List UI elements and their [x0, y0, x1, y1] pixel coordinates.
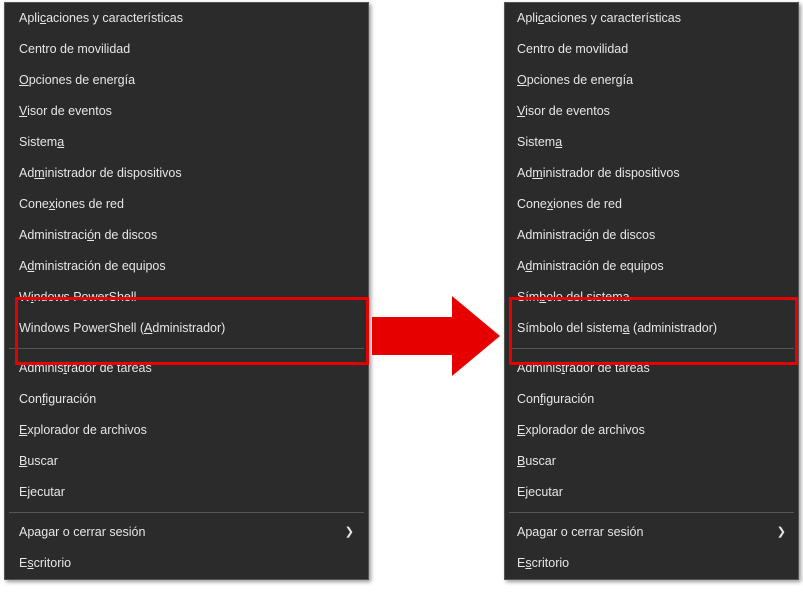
menu-item-label: Opciones de energía — [19, 65, 135, 96]
menu-item[interactable]: Ejecutar — [5, 477, 368, 508]
menu-item-label: Windows PowerShell (Administrador) — [19, 313, 225, 344]
menu-item[interactable]: Administración de discos — [505, 220, 798, 251]
menu-item[interactable]: Apagar o cerrar sesión ❯ — [505, 517, 798, 548]
menu-item-label: Símbolo del sistema (administrador) — [517, 313, 717, 344]
menu-item-label: Buscar — [19, 446, 58, 477]
menu-item-label: Centro de movilidad — [19, 34, 130, 65]
menu-separator — [9, 348, 364, 349]
menu-item-label: Administrador de dispositivos — [19, 158, 182, 189]
menu-item-label: Administrador de tareas — [19, 353, 152, 384]
menu-item-label: Centro de movilidad — [517, 34, 628, 65]
menu-item-label: Administrador de tareas — [517, 353, 650, 384]
menu-item-label: Símbolo del sistema — [517, 282, 630, 313]
menu-item[interactable]: Administrador de tareas — [5, 353, 368, 384]
menu-item[interactable]: Escritorio — [505, 548, 798, 579]
chevron-right-icon: ❯ — [777, 517, 786, 548]
menu-item[interactable]: Windows PowerShell — [5, 282, 368, 313]
menu-item[interactable]: Conexiones de red — [5, 189, 368, 220]
menu-item-label: Apagar o cerrar sesión — [19, 517, 145, 548]
menu-item[interactable]: Administrador de dispositivos — [5, 158, 368, 189]
menu-item-label: Apagar o cerrar sesión — [517, 517, 643, 548]
transition-arrow-icon — [372, 296, 500, 376]
menu-item[interactable]: Símbolo del sistema (administrador) — [505, 313, 798, 344]
menu-item-label: Explorador de archivos — [517, 415, 645, 446]
menu-item-label: Visor de eventos — [19, 96, 112, 127]
menu-item[interactable]: Opciones de energía — [505, 65, 798, 96]
menu-item[interactable]: Buscar — [5, 446, 368, 477]
menu-item[interactable]: Administrador de tareas — [505, 353, 798, 384]
menu-item[interactable]: Administración de equipos — [505, 251, 798, 282]
menu-item-label: Explorador de archivos — [19, 415, 147, 446]
menu-separator — [509, 348, 794, 349]
menu-item[interactable]: Ejecutar — [505, 477, 798, 508]
menu-item-label: Windows PowerShell — [19, 282, 136, 313]
menu-item-label: Administración de equipos — [19, 251, 166, 282]
menu-item-label: Conexiones de red — [517, 189, 622, 220]
menu-item[interactable]: Visor de eventos — [505, 96, 798, 127]
menu-item-label: Aplicaciones y características — [19, 3, 183, 34]
menu-item[interactable]: Windows PowerShell (Administrador) — [5, 313, 368, 344]
menu-item[interactable]: Escritorio — [5, 548, 368, 579]
menu-item[interactable]: Configuración — [505, 384, 798, 415]
menu-item[interactable]: Apagar o cerrar sesión ❯ — [5, 517, 368, 548]
menu-item-label: Escritorio — [517, 548, 569, 579]
menu-item-label: Ejecutar — [517, 477, 563, 508]
menu-item-label: Sistema — [19, 127, 64, 158]
menu-item-label: Administración de discos — [517, 220, 655, 251]
menu-item[interactable]: Administración de discos — [5, 220, 368, 251]
menu-item[interactable]: Aplicaciones y características — [5, 3, 368, 34]
menu-item-label: Aplicaciones y características — [517, 3, 681, 34]
menu-item-label: Configuración — [19, 384, 96, 415]
menu-item-label: Administración de discos — [19, 220, 157, 251]
menu-item-label: Administrador de dispositivos — [517, 158, 680, 189]
menu-item[interactable]: Centro de movilidad — [5, 34, 368, 65]
menu-item[interactable]: Explorador de archivos — [5, 415, 368, 446]
menu-item[interactable]: Buscar — [505, 446, 798, 477]
menu-item[interactable]: Sistema — [5, 127, 368, 158]
menu-item-label: Escritorio — [19, 548, 71, 579]
menu-separator — [9, 512, 364, 513]
menu-item[interactable]: Opciones de energía — [5, 65, 368, 96]
menu-item-label: Visor de eventos — [517, 96, 610, 127]
menu-item[interactable]: Configuración — [5, 384, 368, 415]
winx-menu-before: Aplicaciones y característicasCentro de … — [4, 2, 369, 580]
winx-menu-after: Aplicaciones y característicasCentro de … — [504, 2, 799, 580]
menu-item[interactable]: Administración de equipos — [5, 251, 368, 282]
menu-item[interactable]: Conexiones de red — [505, 189, 798, 220]
menu-separator — [509, 512, 794, 513]
menu-item[interactable]: Administrador de dispositivos — [505, 158, 798, 189]
menu-item-label: Ejecutar — [19, 477, 65, 508]
menu-item-label: Sistema — [517, 127, 562, 158]
menu-item[interactable]: Visor de eventos — [5, 96, 368, 127]
menu-item[interactable]: Centro de movilidad — [505, 34, 798, 65]
menu-item-label: Opciones de energía — [517, 65, 633, 96]
menu-item[interactable]: Símbolo del sistema — [505, 282, 798, 313]
menu-item[interactable]: Aplicaciones y características — [505, 3, 798, 34]
menu-item-label: Configuración — [517, 384, 594, 415]
menu-item-label: Conexiones de red — [19, 189, 124, 220]
menu-item-label: Administración de equipos — [517, 251, 664, 282]
menu-item-label: Buscar — [517, 446, 556, 477]
menu-item[interactable]: Sistema — [505, 127, 798, 158]
menu-item[interactable]: Explorador de archivos — [505, 415, 798, 446]
chevron-right-icon: ❯ — [345, 517, 354, 548]
